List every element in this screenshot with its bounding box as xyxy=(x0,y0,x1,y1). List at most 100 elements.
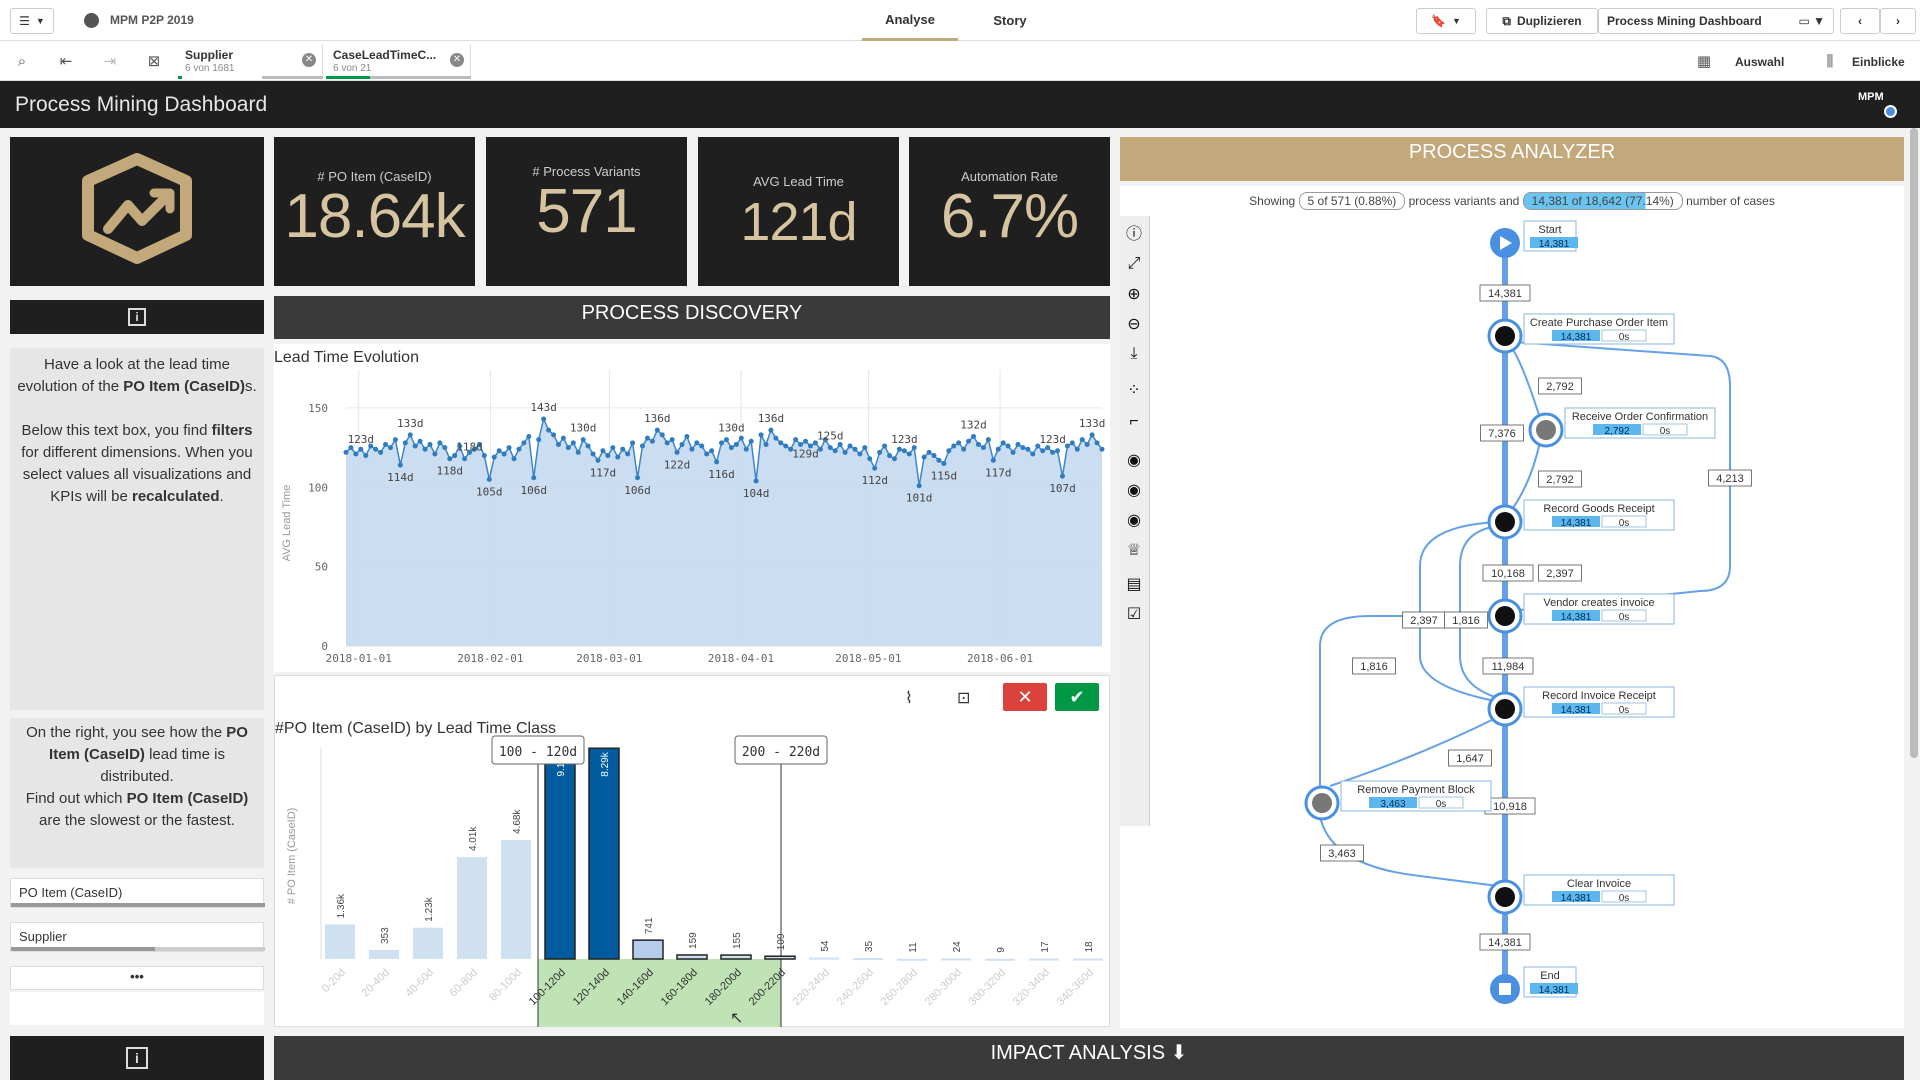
data-label: 117d xyxy=(985,466,1012,479)
next-sheet-button[interactable]: › xyxy=(1880,8,1916,34)
node-duration: 0s xyxy=(1619,518,1630,529)
process-map[interactable]: 14,381 2,792 7,376 2,792 4,213 10,168 2,397 2,3… xyxy=(1120,186,1904,1028)
more-filters-button[interactable]: ••• xyxy=(10,966,264,990)
auswahl-button[interactable]: Auswahl xyxy=(1735,55,1784,69)
node-duration: 0s xyxy=(1660,426,1671,437)
data-point xyxy=(501,451,507,457)
page-scrollbar[interactable] xyxy=(1910,128,1918,758)
data-point xyxy=(936,457,942,463)
bar xyxy=(676,954,708,960)
process-discovery-header: PROCESS DISCOVERY xyxy=(274,296,1110,339)
data-label: 105d xyxy=(476,485,503,498)
data-point xyxy=(555,441,561,447)
lead-time-evolution-chart[interactable]: 050100150123d133d114d118d118d105d143d106… xyxy=(274,344,1110,672)
data-point xyxy=(926,449,932,455)
chip-count: 6 von 1681 xyxy=(185,63,235,74)
lead-time-class-chart-panel: ⌇ ⊡ ✕ ✔ #PO Item (CaseID) by Lead Time C… xyxy=(274,675,1110,1027)
data-point xyxy=(1079,437,1085,443)
x-tick-label: 2018-04-01 xyxy=(708,652,774,665)
close-icon[interactable]: ✕ xyxy=(302,53,316,67)
node-count: 14,381 xyxy=(1561,612,1592,623)
bar xyxy=(501,840,531,959)
data-point xyxy=(1059,473,1065,479)
insights-icon[interactable]: ⫼ xyxy=(1818,49,1842,73)
data-point xyxy=(600,448,606,454)
data-point xyxy=(407,432,413,438)
activity-node-core xyxy=(1495,326,1515,346)
info-bar-bottom[interactable]: i xyxy=(10,1036,264,1080)
duplicate-button[interactable]: ⧉ Duplizieren xyxy=(1486,8,1598,34)
dashboard-header: Process Mining Dashboard MPM xyxy=(0,81,1920,128)
bookmark-icon: 🔖 xyxy=(1431,14,1447,28)
data-point xyxy=(674,449,680,455)
data-point xyxy=(635,475,641,481)
chip-bar-rest xyxy=(370,76,471,79)
step-back-icon[interactable]: ⇤ xyxy=(54,49,78,73)
edge-label: 11,984 xyxy=(1492,661,1525,673)
prev-sheet-button[interactable]: ‹ xyxy=(1840,8,1880,34)
einblicke-button[interactable]: Einblicke xyxy=(1852,55,1905,69)
lead-time-class-chart[interactable]: 1.36k 0-20d 353 20-40d 1.23k 40-60d 4.01k 60-80… xyxy=(275,676,1109,1028)
bar-value-label: 109 xyxy=(776,933,787,950)
y-tick-label: 150 xyxy=(308,402,328,415)
process-analyzer-header: PROCESS ANALYZER xyxy=(1120,137,1904,181)
filter-po-item[interactable]: PO Item (CaseID) xyxy=(10,878,265,908)
data-point xyxy=(758,432,764,438)
y-tick-label: 50 xyxy=(315,561,328,574)
chip-count: 6 von 21 xyxy=(333,63,372,74)
clear-all-icon[interactable]: ⊠ xyxy=(142,49,166,73)
description-text-1: Have a look at the lead time evolution o… xyxy=(10,348,264,710)
data-point xyxy=(491,454,497,460)
filter-bar xyxy=(11,947,155,951)
grid-icon[interactable]: ▦ xyxy=(1692,49,1716,73)
selection-chip-leadtime[interactable]: CaseLeadTimeC... 6 von 21 ✕ xyxy=(326,44,471,79)
filter-bar xyxy=(11,903,265,907)
data-point xyxy=(709,448,715,454)
selection-chip-supplier[interactable]: Supplier 6 von 1681 ✕ xyxy=(178,44,323,79)
data-point xyxy=(630,440,636,446)
step-forward-icon[interactable]: ⇥ xyxy=(98,49,122,73)
chevron-left-icon: ‹ xyxy=(1858,14,1862,28)
bookmark-button[interactable]: 🔖 ▼ xyxy=(1416,8,1476,34)
range-start-label: 100 - 120d xyxy=(499,745,577,760)
menu-button[interactable]: ☰ ▼ xyxy=(10,8,54,34)
data-label: 130d xyxy=(570,422,597,435)
info-bar-top[interactable]: i xyxy=(10,300,264,334)
kpi-po-items: # PO Item (CaseID) 18.64k xyxy=(274,137,475,286)
description-text-2: On the right, you see how the PO Item (C… xyxy=(10,718,264,868)
logo-dot xyxy=(1884,105,1897,118)
filter-supplier[interactable]: Supplier xyxy=(10,922,265,952)
data-label: 118d xyxy=(437,465,464,478)
data-point xyxy=(1020,445,1026,451)
data-point xyxy=(990,457,996,463)
node-duration: 0s xyxy=(1436,799,1447,810)
tab-story[interactable]: Story xyxy=(960,0,1060,41)
data-point xyxy=(417,438,423,444)
tab-analyse[interactable]: Analyse xyxy=(862,0,958,41)
node-count: 2,792 xyxy=(1604,426,1629,437)
impact-analysis-header[interactable]: IMPACT ANALYSIS ⬇ xyxy=(274,1036,1904,1080)
data-point xyxy=(723,437,729,443)
data-point xyxy=(615,454,621,460)
data-point xyxy=(580,437,586,443)
node-count: 14,381 xyxy=(1539,239,1570,250)
data-point xyxy=(610,445,616,451)
data-point xyxy=(941,460,947,466)
data-point xyxy=(773,435,779,441)
data-point xyxy=(1015,441,1021,447)
node-name: Record Invoice Receipt xyxy=(1542,690,1656,702)
smart-search-icon[interactable]: ⌕ xyxy=(10,49,34,73)
sheet-selector[interactable]: Process Mining Dashboard ▭ ▼ xyxy=(1598,8,1834,34)
bar-value-label: 8.29k xyxy=(600,751,611,776)
activity-node-core xyxy=(1495,606,1515,626)
node-name: Vendor creates invoice xyxy=(1543,597,1654,609)
data-point xyxy=(763,441,769,447)
data-point xyxy=(590,451,596,457)
bar xyxy=(588,747,620,960)
chip-name: CaseLeadTimeC... xyxy=(333,48,437,62)
data-point xyxy=(704,451,710,457)
edge-label: 7,376 xyxy=(1488,428,1516,440)
close-icon[interactable]: ✕ xyxy=(450,53,464,67)
data-point xyxy=(793,437,799,443)
data-point xyxy=(783,443,789,449)
